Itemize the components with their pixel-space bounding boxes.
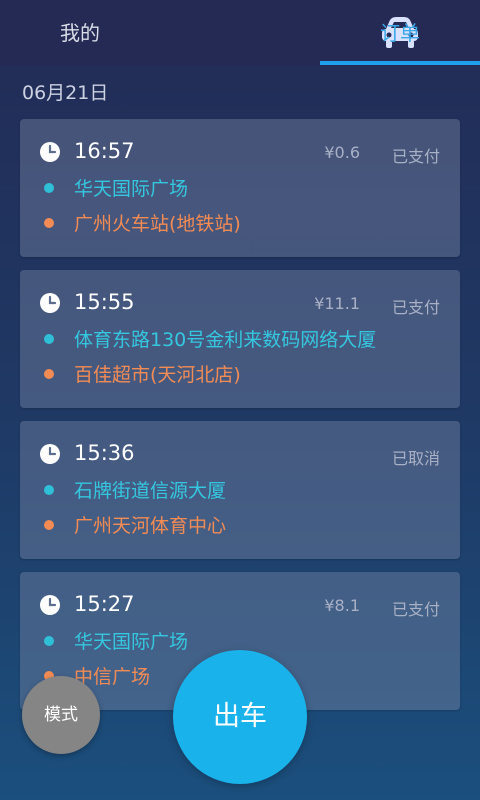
order-time: 15:27 [74, 592, 135, 616]
start-location: 华天国际广场 [74, 178, 189, 200]
start-point-dot [44, 334, 54, 344]
mode-button[interactable]: 模式 [22, 676, 100, 754]
tab-car[interactable] [160, 0, 418, 66]
order-time: 15:55 [74, 290, 135, 314]
top-navigation: 我的 订单 [0, 0, 480, 66]
order-time: 16:57 [74, 139, 135, 163]
order-status: 已取消 [391, 449, 440, 468]
start-location: 石牌街道信源大厦 [74, 480, 227, 502]
order-card[interactable]: 15:36 已取消 石牌街道信源大厦 广州天河体育中心 [20, 421, 460, 559]
order-card[interactable]: 15:55 ¥11.1 已支付 体育东路130号金利来数码网络大厦 百佳超市(天… [20, 270, 460, 408]
order-time: 15:36 [74, 441, 135, 465]
clock-icon [40, 142, 60, 162]
start-point-dot [44, 636, 54, 646]
order-status: 已支付 [391, 600, 440, 619]
order-card[interactable]: 16:57 ¥0.6 已支付 华天国际广场 广州火车站(地铁站) [20, 119, 460, 257]
clock-icon [40, 595, 60, 615]
clock-icon [40, 444, 60, 464]
tab-mine-label: 我的 [60, 21, 100, 45]
clock-icon [40, 293, 60, 313]
end-location: 百佳超市(天河北店) [74, 364, 241, 386]
end-point-dot [44, 218, 54, 228]
go-online-button[interactable]: 出车 [173, 650, 307, 784]
active-tab-indicator [320, 61, 480, 65]
start-point-dot [44, 183, 54, 193]
end-location: 广州火车站(地铁站) [74, 213, 241, 235]
order-status: 已支付 [391, 147, 440, 166]
end-point-dot [44, 369, 54, 379]
end-point-dot [44, 520, 54, 530]
tab-orders[interactable]: 订单 [320, 0, 480, 66]
start-point-dot [44, 485, 54, 495]
tab-mine[interactable]: 我的 [0, 0, 160, 66]
order-status: 已支付 [391, 298, 440, 317]
tab-orders-label: 订单 [380, 21, 420, 45]
start-location: 华天国际广场 [74, 631, 189, 653]
order-amount: ¥11.1 [314, 294, 360, 313]
order-date: 06月21日 [22, 82, 109, 104]
order-amount: ¥0.6 [324, 143, 360, 162]
start-location: 体育东路130号金利来数码网络大厦 [74, 329, 377, 351]
end-location: 广州天河体育中心 [74, 515, 227, 537]
order-amount: ¥8.1 [324, 596, 360, 615]
